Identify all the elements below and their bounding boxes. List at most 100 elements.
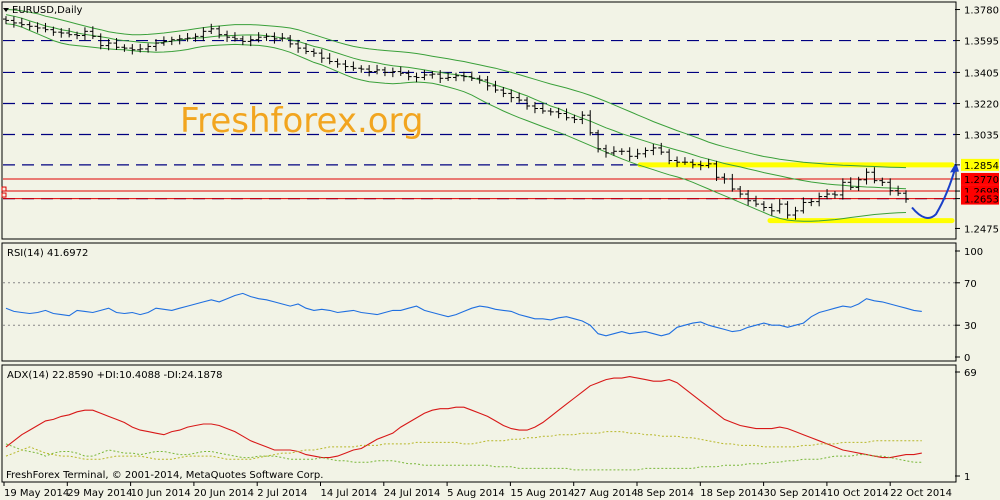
price-bar xyxy=(760,201,767,212)
rsi-y-tick-label: 100 xyxy=(964,247,983,258)
x-tick-label: 5 Aug 2014 xyxy=(447,488,505,499)
price-bar xyxy=(405,70,412,81)
x-tick-label: 2 Jul 2014 xyxy=(257,488,307,499)
price-bar xyxy=(839,178,846,200)
price-bar xyxy=(263,33,270,41)
y-tick-label: 1.3780 xyxy=(964,6,999,17)
price-bar xyxy=(42,22,49,33)
y-tick-label: 1.3220 xyxy=(964,99,999,110)
x-tick-label: 30 Sep 2014 xyxy=(764,488,827,499)
price-bar xyxy=(595,129,602,153)
footer-copyright: FreshForex Terminal, © 2001-2014, MetaQu… xyxy=(6,470,323,481)
band-line-lower xyxy=(5,23,907,222)
price-bar xyxy=(737,186,744,198)
price-bar xyxy=(397,66,404,76)
price-bar xyxy=(863,168,870,185)
price-bar xyxy=(208,23,215,35)
price-bar xyxy=(460,71,467,82)
price-bar xyxy=(413,72,420,83)
price-bar xyxy=(816,192,823,207)
x-tick-label: 22 Oct 2014 xyxy=(890,488,952,499)
chart-window: 1.3780 1.3595 1.3405 1.3220 1.3035 1.2854 1.27… xyxy=(0,0,1000,500)
price-bar xyxy=(753,195,759,207)
price-bar xyxy=(10,16,17,28)
price-bar xyxy=(381,66,388,77)
price-bar xyxy=(366,65,373,77)
price-bar xyxy=(871,167,878,184)
forecast-arrow xyxy=(911,165,957,219)
price-bar xyxy=(358,65,365,73)
price-bar xyxy=(729,173,736,192)
x-tick-label: 19 May 2014 xyxy=(4,488,69,499)
price-bar xyxy=(784,201,791,219)
price-bar xyxy=(792,206,799,220)
price-bar xyxy=(768,203,775,216)
price-bar xyxy=(3,16,9,25)
main-panel-frame xyxy=(1,1,957,240)
y-tick-label: 1.3405 xyxy=(964,68,999,79)
x-tick-label: 10 Jun 2014 xyxy=(131,488,191,499)
adx-line-2 xyxy=(5,431,922,460)
price-bar xyxy=(310,48,317,57)
price-bar xyxy=(200,27,207,42)
chart-svg: 1.3780 1.3595 1.3405 1.3220 1.3035 1.2854 1.27… xyxy=(1,1,999,499)
price-bar xyxy=(271,32,278,44)
rsi-panel-frame xyxy=(1,242,957,362)
price-bar xyxy=(350,61,357,71)
adx-line-0 xyxy=(5,376,922,459)
rsi-y-tick-label: 30 xyxy=(964,321,977,332)
x-tick-label: 18 Sep 2014 xyxy=(700,488,763,499)
left-level-marker xyxy=(1,192,7,198)
adx-panel xyxy=(5,376,922,471)
price-bar xyxy=(887,178,894,196)
y-tick-label: 1.2653 xyxy=(964,195,999,206)
x-tick-label: 29 May 2014 xyxy=(67,488,132,499)
price-bar xyxy=(26,21,33,30)
price-bar xyxy=(326,53,333,65)
price-bar xyxy=(587,110,594,136)
x-tick-label: 14 Jul 2014 xyxy=(321,488,378,499)
price-bar xyxy=(626,147,633,162)
price-bar xyxy=(121,44,128,52)
rsi-panel xyxy=(3,282,955,337)
price-bar xyxy=(539,103,546,114)
price-bar xyxy=(287,35,294,48)
main-chart-title: EURUSD,Daily xyxy=(12,5,83,16)
y-tick-label: 1.3595 xyxy=(964,37,999,48)
price-bar xyxy=(334,58,341,68)
rsi-title: RSI(14) 41.6972 xyxy=(7,248,88,259)
price-bar xyxy=(492,80,499,93)
y-tick-label: 1.2770 xyxy=(964,175,999,186)
price-bar xyxy=(97,33,104,50)
y-tick-label: 1.3035 xyxy=(964,131,999,142)
price-bar xyxy=(650,143,657,156)
price-bar xyxy=(634,148,641,159)
price-bar xyxy=(831,191,838,199)
price-bar xyxy=(776,199,783,214)
price-bar xyxy=(618,148,625,155)
price-bar xyxy=(800,197,807,214)
x-tick-label: 15 Aug 2014 xyxy=(510,488,574,499)
adx-title: ADX(14) 22.8590 +DI:10.4088 -DI:24.1878 xyxy=(7,370,223,381)
price-bar xyxy=(66,27,73,38)
adx-y-tick-label: 69 xyxy=(964,368,977,379)
rsi-y-tick-label: 70 xyxy=(964,279,977,290)
x-tick-label: 8 Sep 2014 xyxy=(637,488,694,499)
watermark-text: Freshforex.org xyxy=(180,101,424,141)
price-bar xyxy=(721,173,728,184)
x-tick-label: 10 Oct 2014 xyxy=(827,488,889,499)
price-bar xyxy=(342,60,349,72)
price-bar xyxy=(421,69,428,81)
adx-y-tick-label: 1 xyxy=(964,472,970,483)
rsi-y-tick-label: 0 xyxy=(964,353,970,364)
left-level-marker xyxy=(1,186,7,192)
price-bar xyxy=(563,108,570,121)
price-bar xyxy=(903,190,909,203)
main-price-panel xyxy=(1,9,959,224)
price-bar xyxy=(808,198,815,207)
rsi-line xyxy=(5,292,922,337)
band-line-upper xyxy=(5,9,907,169)
x-tick-label: 20 Jun 2014 xyxy=(194,488,254,499)
price-bar xyxy=(318,49,325,63)
price-bar xyxy=(666,149,673,165)
